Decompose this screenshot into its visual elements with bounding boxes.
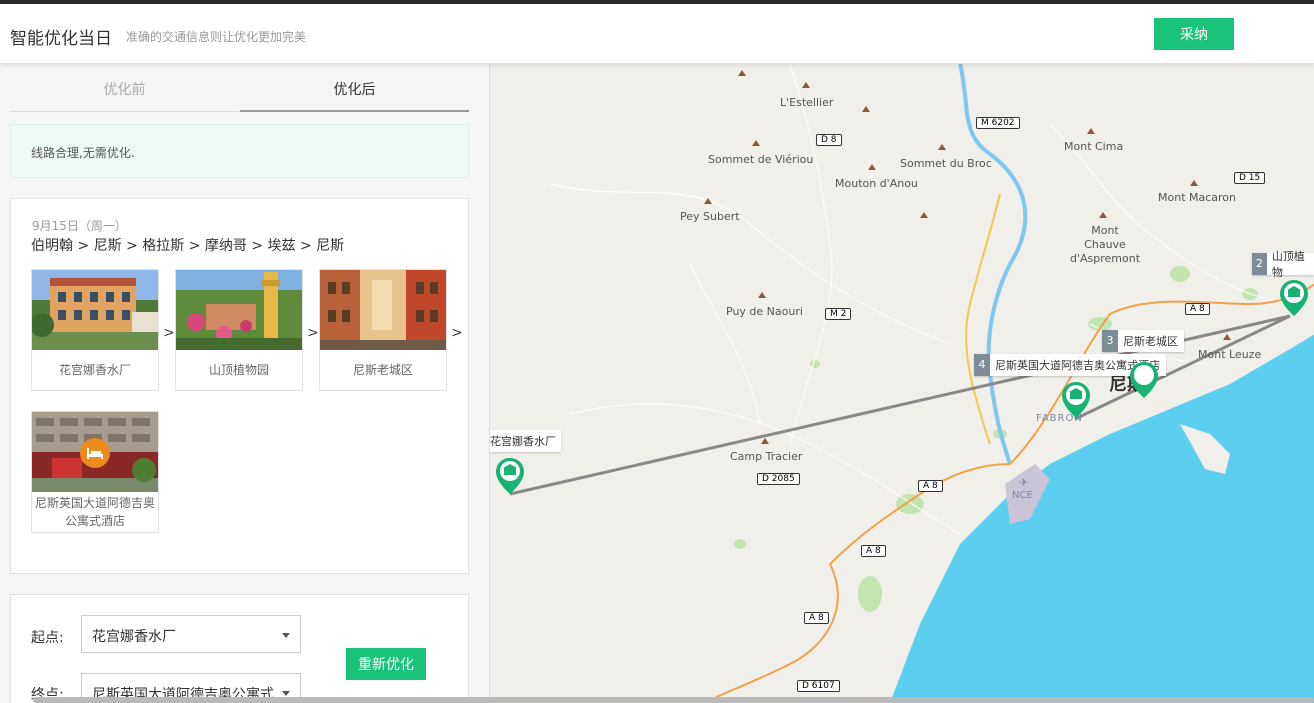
marker-name: 山顶植物: [1271, 250, 1305, 279]
marker-name: 花宫娜香水厂: [490, 435, 556, 448]
poi-name: 尼斯英国大道阿德吉奥公寓式酒店: [34, 496, 155, 528]
road-badge: A 8: [918, 480, 943, 492]
marker-number: 2: [1252, 253, 1267, 275]
tab-after-optimization[interactable]: 优化后: [240, 64, 469, 112]
map-view[interactable]: L'Estellier Sommet de Viériou Sommet du …: [489, 64, 1314, 703]
map-place-label: Mont Cima: [1064, 140, 1124, 153]
route-arrow: >: [307, 325, 319, 341]
map-place-label: L'Estellier: [780, 96, 834, 109]
map-place-label: Pey Subert: [680, 210, 740, 223]
map-pin-icon[interactable]: [494, 456, 526, 496]
map-place-label: Sommet du Broc: [900, 157, 992, 170]
map-place-label: Camp Tracier: [730, 450, 803, 463]
chevron-down-icon: [282, 633, 290, 638]
route-arrow: >: [163, 325, 175, 341]
start-select-value: 花宫娜香水厂: [92, 629, 176, 645]
map-marker-label[interactable]: 花宫娜香水厂: [490, 430, 561, 452]
start-select[interactable]: 花宫娜香水厂: [81, 615, 301, 653]
hotel-icon: [80, 438, 110, 468]
page-subtitle: 准确的交通信息则让优化更加完美: [126, 30, 307, 44]
road-badge: A 8: [861, 545, 886, 557]
optimization-notice: 线路合理,无需优化.: [10, 124, 469, 178]
poi-card[interactable]: 山顶植物园: [175, 269, 303, 391]
road-badge: M 2: [825, 308, 852, 320]
poi-card[interactable]: 花宫娜香水厂: [31, 269, 159, 391]
map-place-label: Mont Chauve d'Aspremont: [1070, 224, 1141, 265]
route-arrow: >: [451, 325, 463, 341]
accept-button[interactable]: 采纳: [1154, 18, 1234, 50]
marker-name: 尼斯老城区: [1123, 335, 1178, 348]
marker-number: 3: [1102, 330, 1118, 352]
poi-photo: [32, 270, 158, 350]
map-pin-icon[interactable]: [1278, 278, 1310, 318]
map-place-label: Puy de Naouri: [726, 305, 803, 318]
road-badge: A 8: [804, 612, 829, 624]
poi-name: 花宫娜香水厂: [58, 363, 131, 377]
start-label: 起点:: [31, 630, 64, 646]
poi-photo: [176, 270, 302, 350]
road-badge: A 8: [1185, 303, 1210, 315]
road-badge: M 6202: [976, 117, 1020, 129]
map-place-label: Mont Leuze: [1198, 348, 1262, 361]
map-marker-label[interactable]: 3 尼斯老城区: [1102, 330, 1184, 352]
tab-bar: 优化前 优化后: [10, 64, 469, 112]
chevron-down-icon: [282, 691, 290, 696]
poi-card[interactable]: 尼斯老城区: [319, 269, 447, 391]
reoptimize-form: 起点: 花宫娜香水厂 重新优化 终点: 尼斯英国大道阿德吉奥公寓式...: [10, 594, 469, 703]
reoptimize-button[interactable]: 重新优化: [346, 648, 426, 680]
map-airport-label: NCE: [1012, 490, 1033, 501]
map-pin-icon[interactable]: [1128, 360, 1160, 400]
route-path: 伯明翰 > 尼斯 > 格拉斯 > 摩纳哥 > 埃兹 > 尼斯: [31, 238, 345, 254]
route-card: 9月15日（周一） 伯明翰 > 尼斯 > 格拉斯 > 摩纳哥 > 埃兹 > 尼斯: [10, 198, 469, 574]
horizontal-scrollbar[interactable]: [33, 697, 1314, 703]
route-date: 9月15日（周一）: [32, 219, 127, 233]
poi-name: 尼斯老城区: [352, 363, 413, 377]
poi-photo: [32, 412, 158, 492]
map-marker-label[interactable]: 2 山顶植物: [1252, 250, 1314, 279]
left-panel: 优化前 优化后 线路合理,无需优化. 9月15日（周一） 伯明翰 > 尼斯 > …: [0, 64, 489, 703]
map-place-label: Sommet de Viériou: [708, 153, 814, 166]
airport-icon: ✈: [1019, 476, 1029, 489]
header: 智能优化当日 准确的交通信息则让优化更加完美 采纳: [0, 4, 1314, 64]
road-badge: D 15: [1234, 172, 1266, 184]
map-pin-icon[interactable]: [1060, 380, 1092, 420]
poi-card[interactable]: 尼斯英国大道阿德吉奥公寓式酒店: [31, 411, 159, 533]
map-place-label: Mont Macaron: [1158, 191, 1237, 204]
poi-photo: [320, 270, 446, 350]
marker-number: 4: [974, 354, 990, 376]
tab-before-optimization[interactable]: 优化前: [10, 64, 239, 112]
road-badge: D 8: [816, 134, 842, 146]
road-badge: D 2085: [757, 473, 800, 485]
map-place-label: Mouton d'Anou: [835, 177, 918, 190]
poi-name: 山顶植物园: [208, 363, 269, 377]
road-badge: D 6107: [797, 680, 840, 692]
page-title: 智能优化当日: [10, 29, 112, 49]
